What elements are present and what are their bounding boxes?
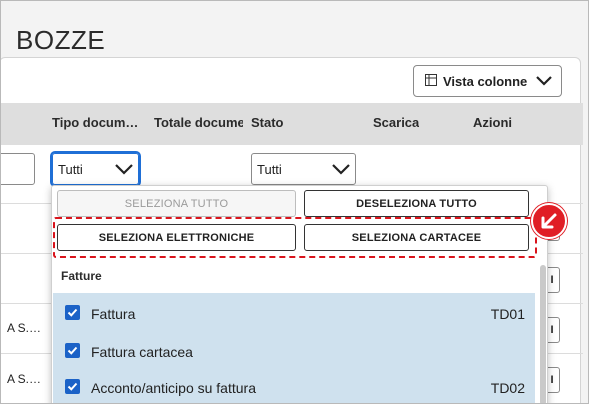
highlight-annotation	[53, 217, 537, 258]
chevron-down-icon	[114, 161, 134, 180]
option-label: Acconto/anticipo su fattura	[91, 380, 256, 396]
vista-colonne-button[interactable]: Vista colonne	[413, 65, 562, 97]
page-title: BOZZE	[16, 25, 106, 55]
option-label: Fattura	[91, 306, 136, 322]
option-item[interactable]: Fattura cartacea	[53, 332, 535, 369]
header-stato[interactable]: Stato	[251, 115, 284, 130]
row-company-text: A S.…	[7, 321, 42, 335]
select-all-button[interactable]: SELEZIONA TUTTO	[57, 190, 296, 217]
checkbox-checked-icon[interactable]	[65, 379, 80, 394]
chevron-down-icon	[331, 161, 351, 180]
vista-colonne-label: Vista colonne	[443, 73, 528, 89]
tipo-documento-value: Tutti	[58, 161, 83, 177]
columns-icon	[425, 73, 437, 89]
option-item[interactable]: Acconto/anticipo su fattura TD02	[53, 368, 535, 403]
stato-select[interactable]: Tutti	[251, 153, 356, 185]
option-label: Fattura cartacea	[91, 344, 193, 360]
dropdown-scrollbar[interactable]	[540, 265, 546, 403]
header-scarica: Scarica	[373, 115, 420, 130]
option-code: TD01	[490, 306, 525, 322]
chevron-down-icon	[535, 74, 553, 91]
tipo-documento-select[interactable]: Tutti	[50, 151, 141, 187]
option-item[interactable]: Fattura TD01	[53, 294, 535, 331]
checkbox-checked-icon[interactable]	[65, 343, 80, 358]
arrow-down-left-icon	[531, 203, 567, 239]
option-code: TD02	[490, 380, 525, 396]
filter-input[interactable]	[1, 153, 35, 185]
header-tipo-documento[interactable]: Tipo docum…	[52, 115, 142, 130]
stato-value: Tutti	[257, 161, 282, 177]
header-totale-documento[interactable]: Totale docume	[154, 115, 243, 130]
app-frame: BOZZE Vista colonne Tipo docum… Totale d…	[0, 0, 589, 404]
deselect-all-button[interactable]: DESELEZIONA TUTTO	[304, 190, 529, 217]
group-label: Fatture	[61, 269, 102, 283]
row-company-text: A S.…	[7, 372, 42, 386]
checkbox-checked-icon[interactable]	[65, 305, 80, 320]
header-azioni: Azioni	[473, 115, 512, 130]
